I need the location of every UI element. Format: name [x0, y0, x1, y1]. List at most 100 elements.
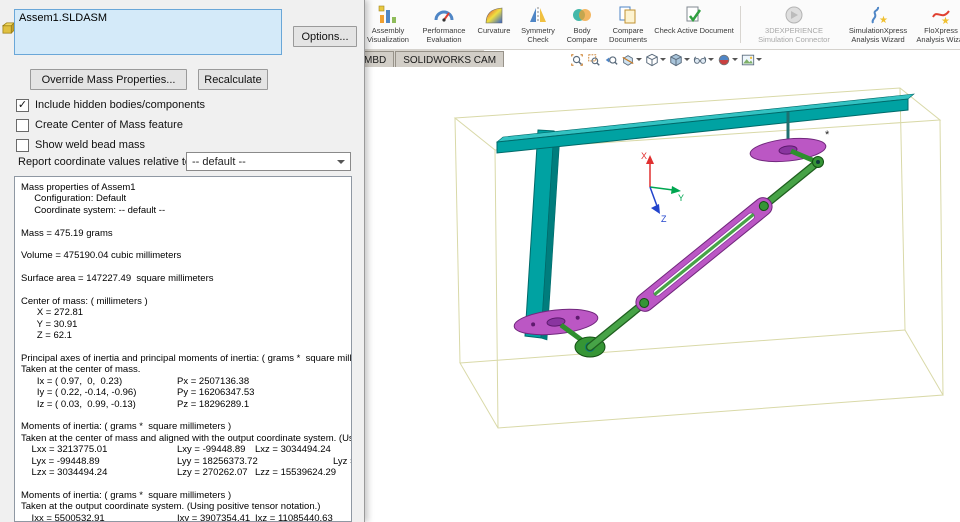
toolbar-label: Compare Documents — [609, 26, 647, 44]
create-center-of-mass-row[interactable]: Create Center of Mass feature — [16, 117, 183, 133]
toolbar-body-compare[interactable]: Body Compare — [560, 2, 604, 47]
view-orientation-button[interactable] — [645, 53, 666, 67]
report-line — [21, 342, 351, 353]
floxpress-icon: ★ — [930, 4, 952, 26]
zoom-to-area-button[interactable] — [587, 53, 601, 67]
toolbar-floxpress-wizard[interactable]: ★ FloXpress Analysis Wizar — [913, 2, 960, 47]
display-style-icon — [670, 53, 682, 66]
report-line: X = 272.81 — [21, 307, 84, 319]
create-center-of-mass-checkbox[interactable] — [16, 118, 29, 132]
previous-view-button[interactable] — [604, 53, 618, 67]
report-line: Moments of inertia: ( grams * square mil… — [21, 489, 232, 501]
toolbar-curvature[interactable]: Curvature — [472, 2, 516, 47]
report-line: Taken at the output coordinate system. (… — [21, 501, 321, 513]
show-weld-bead-mass-row[interactable]: Show weld bead mass — [16, 137, 145, 153]
recalculate-button[interactable]: Recalculate — [198, 69, 268, 90]
rod-pin-center — [816, 160, 820, 164]
svg-text:Y: Y — [678, 193, 684, 203]
toolbar-compare-documents[interactable]: Compare Documents — [604, 2, 652, 47]
report-line: Taken at the center of mass. — [21, 364, 141, 376]
toolbar-label: Performance Evaluation — [422, 26, 466, 44]
report-line: Z = 62.1 — [21, 330, 72, 342]
show-weld-bead-mass-checkbox[interactable] — [16, 138, 29, 152]
view-orientation-icon — [646, 53, 658, 66]
toolbar-3dexperience-simulation-connector: 3DEXPERIENCE Simulation Connector — [745, 2, 843, 47]
toolbar-separator — [740, 6, 741, 43]
toolbar-label: Symmetry Check — [521, 26, 555, 44]
crank-wheel-left[interactable] — [513, 306, 599, 339]
heads-up-toolbar — [570, 52, 762, 67]
performance-evaluation-icon — [433, 4, 455, 26]
report-line: Configuration: Default — [21, 193, 127, 205]
zoom-to-fit-button[interactable] — [570, 53, 584, 67]
command-toolbar: Assembly Visualization Performance Evalu… — [352, 0, 960, 50]
chevron-down-icon — [756, 58, 762, 61]
previous-view-icon — [605, 55, 618, 65]
report-line: Mass = 475.19 grams — [21, 227, 113, 239]
chevron-down-icon — [636, 58, 642, 61]
toolbar-label: 3DEXPERIENCE Simulation Connector — [758, 26, 830, 44]
apply-scene-icon — [741, 54, 755, 65]
report-line: Y = 30.91 — [21, 318, 78, 330]
chevron-down-icon — [660, 58, 666, 61]
hide-show-items-button[interactable] — [693, 53, 714, 67]
report-line: Center of mass: ( millimeters ) — [21, 296, 148, 307]
options-button[interactable]: Options... — [293, 26, 357, 47]
frame-post[interactable] — [524, 129, 561, 341]
toolbar-check-active-document[interactable]: Check Active Document — [652, 2, 736, 47]
checkbox-label: Create Center of Mass feature — [35, 119, 183, 131]
report-line: Iy = ( 0.22, -0.14, -0.96) Py = 16206347… — [21, 387, 255, 399]
coordinate-system-dropdown[interactable]: -- default -- — [186, 152, 351, 171]
apply-scene-button[interactable] — [741, 53, 762, 67]
mass-report[interactable]: Mass properties of Assem1 Configuration:… — [14, 176, 352, 522]
override-mass-properties-button[interactable]: Override Mass Properties... — [30, 69, 187, 90]
curvature-icon — [483, 4, 505, 26]
report-line: Coordinate system: -- default -- — [21, 204, 166, 216]
toolbar-performance-evaluation[interactable]: Performance Evaluation — [416, 2, 472, 47]
display-style-button[interactable] — [669, 53, 690, 67]
report-line — [21, 262, 351, 273]
simulationxpress-icon: ★ — [867, 4, 889, 26]
dropdown-value: -- default -- — [192, 155, 246, 168]
selected-document: Assem1.SLDASM — [19, 12, 108, 24]
svg-text:★: ★ — [879, 15, 888, 26]
solidworks-window: Assembly Visualization Performance Evalu… — [0, 0, 960, 522]
svg-text:★: ★ — [941, 16, 950, 26]
section-view-button[interactable] — [621, 53, 642, 67]
mass-properties-dialog: Assem1.SLDASM Options... Override Mass P… — [0, 0, 365, 522]
report-line: Volume = 475190.04 cubic millimeters — [21, 250, 182, 262]
chevron-down-icon — [684, 58, 690, 61]
check-active-document-icon — [683, 4, 705, 26]
edit-appearance-button[interactable] — [717, 53, 738, 67]
cylinder-link[interactable] — [632, 194, 775, 315]
zoom-to-fit-icon — [571, 53, 583, 66]
include-hidden-bodies-row[interactable]: ✓ Include hidden bodies/components — [16, 97, 205, 113]
toolbar-symmetry-check[interactable]: Symmetry Check — [516, 2, 560, 47]
graphics-viewport[interactable]: X Y Z * — [365, 50, 960, 522]
svg-text:X: X — [641, 151, 647, 161]
frame-beam[interactable] — [496, 93, 915, 154]
chevron-down-icon — [708, 58, 714, 61]
body-compare-icon — [571, 4, 593, 26]
report-line: Lzx = 3034494.24 Lzy = 270262.07 Lzz = 1… — [21, 467, 337, 479]
svg-text:Z: Z — [661, 214, 667, 224]
report-line — [21, 410, 351, 421]
tab-solidworks-cam[interactable]: SOLIDWORKS CAM — [395, 51, 505, 67]
report-line: Mass properties of Assem1 — [21, 182, 136, 193]
selection-list[interactable]: Assem1.SLDASM — [14, 9, 282, 55]
chevron-down-icon — [732, 58, 738, 61]
include-hidden-bodies-checkbox[interactable]: ✓ — [16, 98, 29, 112]
edit-appearance-icon — [718, 54, 730, 65]
toolbar-label: Check Active Document — [654, 26, 734, 35]
report-line: Principal axes of inertia and principal … — [21, 353, 352, 365]
compare-documents-icon — [617, 4, 639, 26]
checkbox-label: Show weld bead mass — [35, 139, 146, 151]
toolbar-label: Body Compare — [566, 26, 598, 44]
toolbar-simulationxpress-wizard[interactable]: ★ SimulationXpress Analysis Wizard — [843, 2, 913, 47]
report-line: Surface area = 147227.49 square millimet… — [21, 273, 214, 285]
toolbar-label: Assembly Visualization — [367, 26, 409, 44]
hide-show-items-icon — [693, 55, 707, 64]
assembly-visualization-icon — [377, 4, 399, 26]
toolbar-assembly-visualization[interactable]: Assembly Visualization — [360, 2, 416, 47]
report-line — [21, 239, 351, 250]
